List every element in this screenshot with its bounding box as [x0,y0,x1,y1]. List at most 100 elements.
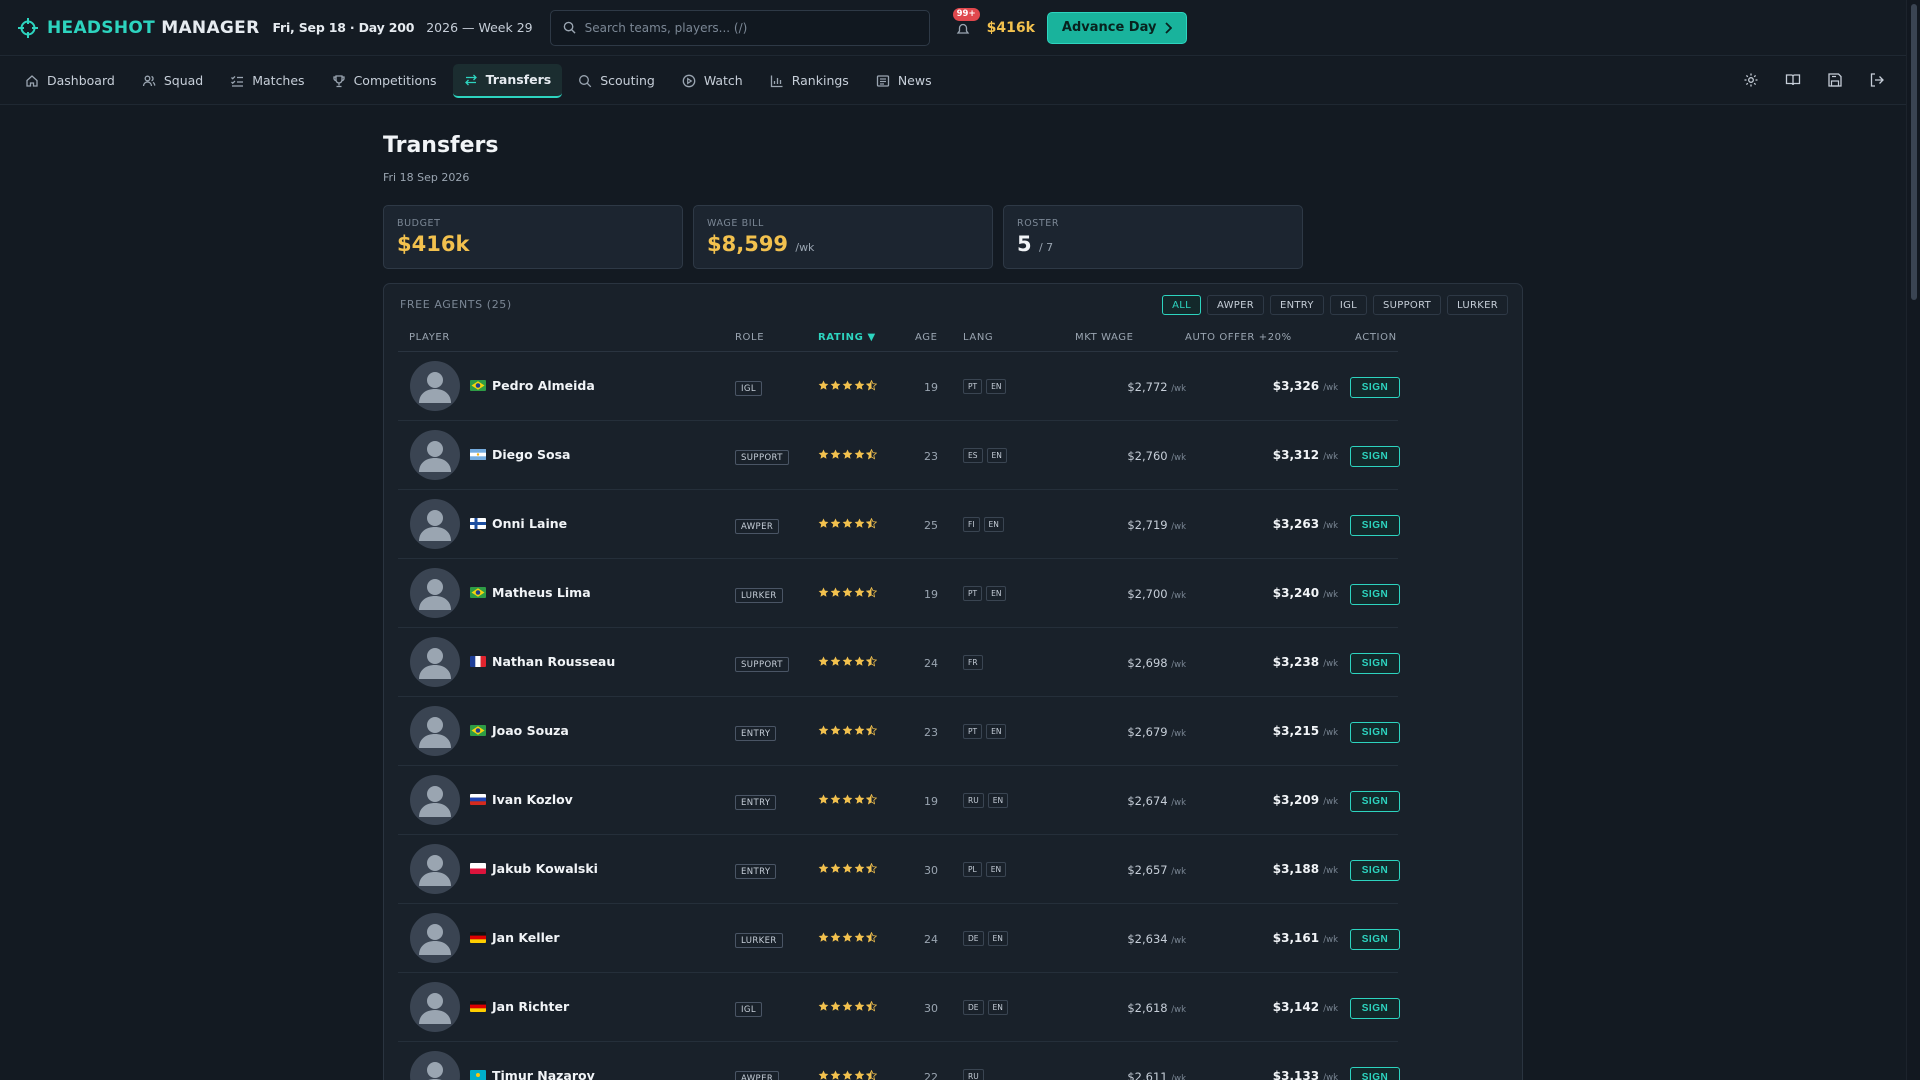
star-icon [842,587,853,598]
wage-suffix: /wk [1171,384,1186,394]
save-icon[interactable] [1824,69,1846,91]
sign-button[interactable]: SIGN [1350,929,1400,950]
search-input[interactable] [584,20,905,35]
player-languages: PL EN [963,862,1007,877]
sign-button[interactable]: SIGN [1350,791,1400,812]
table-row[interactable]: Matheus Lima LURKER 19 PT EN $2,700 /wk $3,240… [398,559,1400,628]
sign-button[interactable]: SIGN [1350,1067,1400,1080]
star-icon [818,863,829,874]
market-wage: $2,679 /wk [1058,725,1186,739]
nav-watch-label: Watch [703,73,743,88]
nav-transfers-label: Transfers [485,72,552,87]
nav-matches[interactable]: Matches [219,64,315,98]
filter-awper[interactable]: AWPER [1207,295,1264,315]
table-row[interactable]: Jakub Kowalski ENTRY 30 PL EN $2,657 /wk $3,18… [398,835,1400,904]
player-name[interactable]: Nathan Rousseau [492,654,615,669]
star-icon [818,1070,829,1080]
sign-button[interactable]: SIGN [1350,446,1400,467]
table-row[interactable]: Ivan Kozlov ENTRY 19 RU EN $2,674 /wk $3,209 /… [398,766,1400,835]
player-name[interactable]: Jan Keller [492,930,560,945]
sign-button[interactable]: SIGN [1350,584,1400,605]
nav-competitions[interactable]: Competitions [321,64,448,98]
avatar [410,982,460,1032]
nav-squad[interactable]: Squad [131,64,214,98]
filter-entry[interactable]: ENTRY [1270,295,1324,315]
rating-stars [818,863,877,874]
avatar [410,568,460,618]
search-icon [563,21,576,34]
wage-suffix: /wk [1323,590,1338,600]
nav-news[interactable]: News [865,64,943,98]
auto-offer: $3,263 /wk [1238,517,1338,531]
star-half-icon [866,518,877,529]
sign-button[interactable]: SIGN [1350,377,1400,398]
star-icon [830,863,841,874]
table-row[interactable]: Joao Souza ENTRY 23 PT EN $2,679 /wk $3,215 /w… [398,697,1400,766]
notifications-badge: 99+ [952,7,980,21]
player-name[interactable]: Onni Laine [492,516,567,531]
player-name[interactable]: Joao Souza [492,723,569,738]
player-name[interactable]: Timur Nazarov [492,1068,595,1080]
star-icon [854,656,865,667]
wage-suffix: /wk [1171,660,1186,670]
roster-label: ROSTER [1017,218,1060,229]
page-scrollbar[interactable] [1906,0,1920,1080]
notifications-button[interactable]: 99+ [951,7,980,40]
filter-igl[interactable]: IGL [1329,295,1367,315]
logout-icon[interactable] [1866,69,1888,91]
nav-transfers[interactable]: Transfers [452,63,563,98]
filter-lurker[interactable]: LURKER [1447,295,1508,315]
table-row[interactable]: Diego Sosa SUPPORT 23 ES EN $2,760 /wk $3,312 … [398,421,1400,490]
search-box[interactable] [549,9,930,46]
table-row[interactable]: Timur Nazarov AWPER 22 RU $2,611 /wk $3,133 /… [398,1042,1400,1080]
filter-support[interactable]: SUPPORT [1373,295,1442,315]
nav-scouting[interactable]: Scouting [567,64,666,98]
market-wage: $2,760 /wk [1058,449,1186,463]
table-row[interactable]: Jan Keller LURKER 24 DE EN $2,634 /wk $3,161 /… [398,904,1400,973]
auto-offer: $3,142 /wk [1238,1000,1338,1014]
player-name[interactable]: Jakub Kowalski [492,861,598,876]
book-icon[interactable] [1782,69,1804,91]
table-row[interactable]: Onni Laine AWPER 25 FI EN $2,719 /wk $3,263 /w… [398,490,1400,559]
sign-button[interactable]: SIGN [1350,860,1400,881]
nav-dashboard[interactable]: Dashboard [14,64,126,98]
scrollbar-thumb[interactable] [1911,4,1917,300]
market-wage-value: $2,657 [1127,863,1168,877]
page-date: Fri 18 Sep 2026 [383,171,470,184]
star-icon [842,1001,853,1012]
col-role[interactable]: ROLE [735,332,764,343]
player-name[interactable]: Jan Richter [492,999,569,1014]
player-age: 22 [924,1071,938,1080]
sign-button[interactable]: SIGN [1350,722,1400,743]
star-icon [842,518,853,529]
avatar [410,706,460,756]
col-mkt-wage[interactable]: MKT WAGE [1075,332,1134,343]
sign-button[interactable]: SIGN [1350,515,1400,536]
nav-scouting-label: Scouting [600,73,655,88]
col-rating[interactable]: RATING ▼ [818,332,876,343]
player-name[interactable]: Matheus Lima [492,585,591,600]
star-icon [854,1070,865,1080]
roster-max: / 7 [1038,241,1054,254]
rating-stars [818,656,877,667]
nav-watch[interactable]: Watch [671,64,754,98]
auto-offer-value: $3,312 [1272,448,1320,462]
table-row[interactable]: Pedro Almeida IGL 19 PT EN $2,772 /wk $3,326 /… [398,352,1400,421]
player-name[interactable]: Diego Sosa [492,447,571,462]
col-age[interactable]: AGE [915,332,938,343]
gear-icon[interactable] [1740,69,1762,91]
table-row[interactable]: Nathan Rousseau SUPPORT 24 FR $2,698 /wk $3,2… [398,628,1400,697]
player-name[interactable]: Ivan Kozlov [492,792,573,807]
advance-day-button[interactable]: Advance Day [1046,11,1188,44]
nav-rankings[interactable]: Rankings [759,64,860,98]
auto-offer-value: $3,161 [1272,931,1320,945]
table-row[interactable]: Jan Richter IGL 30 DE EN $2,618 /wk $3,142 /wk… [398,973,1400,1042]
sign-button[interactable]: SIGN [1350,998,1400,1019]
player-name[interactable]: Pedro Almeida [492,378,595,393]
col-player[interactable]: PLAYER [409,332,450,343]
sign-button[interactable]: SIGN [1350,653,1400,674]
auto-offer: $3,133 /wk [1238,1069,1338,1080]
filter-all[interactable]: ALL [1162,295,1202,315]
app-logo[interactable]: HEADSHOT MANAGER [18,17,259,38]
player-languages: PT EN [963,379,1007,394]
